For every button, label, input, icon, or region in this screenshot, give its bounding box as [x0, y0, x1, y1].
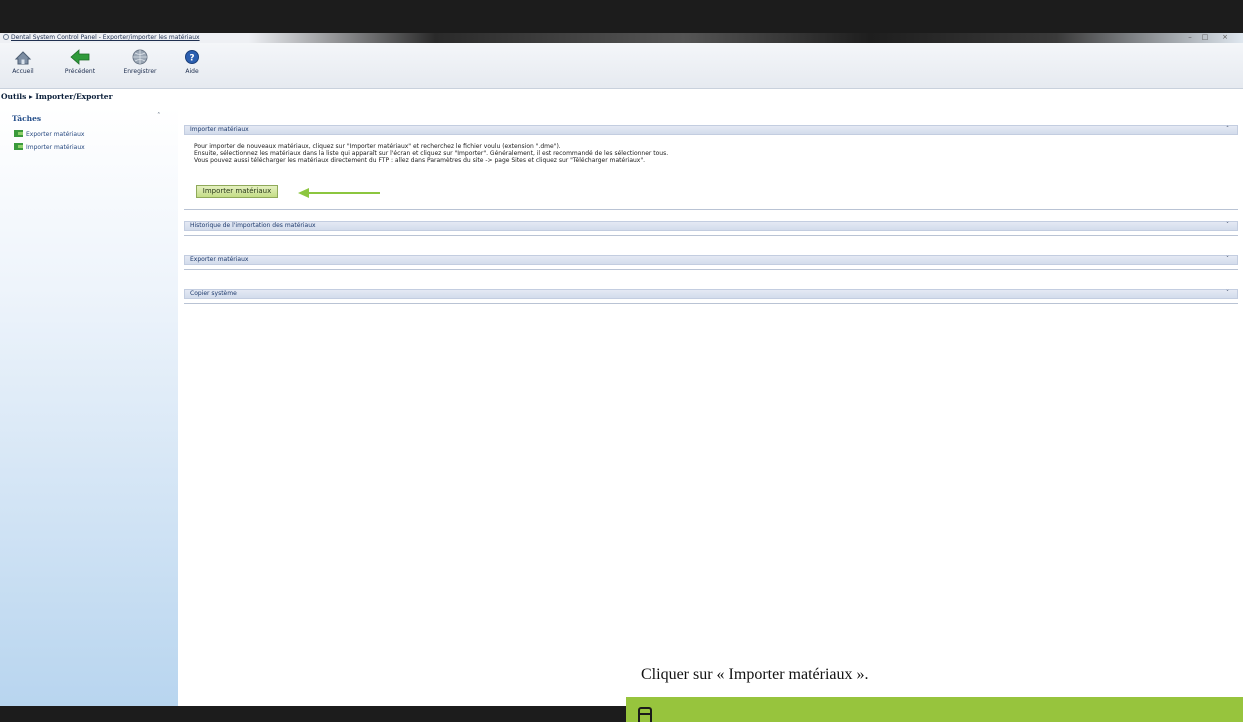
collapse-up-icon[interactable]: ˆ	[157, 112, 161, 120]
import-icon	[14, 143, 23, 150]
help-icon: ?	[185, 50, 199, 64]
panel-title: Historique de l'importation des matériau…	[190, 222, 316, 229]
back-arrow-icon	[70, 49, 90, 65]
back-button[interactable]: Précédent	[60, 49, 100, 75]
breadcrumb-current: Importer/Exporter	[35, 92, 113, 101]
save-button[interactable]: Enregistrer	[120, 49, 160, 75]
window-title: Dental System Control Panel - Exporter/i…	[11, 34, 200, 41]
sidebar-header: Tâches	[12, 114, 42, 123]
import-materials-button[interactable]: Importer matériaux	[196, 185, 278, 198]
panel-export: Exporter matériaux ˇ	[184, 255, 1238, 270]
sidebar-item-export[interactable]: Exporter matériaux	[14, 130, 84, 138]
home-button[interactable]: Accueil	[8, 49, 38, 75]
back-label: Précédent	[64, 68, 96, 75]
arrow-left-icon	[298, 188, 380, 198]
panel-header-export[interactable]: Exporter matériaux ˇ	[184, 255, 1238, 265]
bottom-black-band	[0, 706, 626, 722]
instruction-line: Vous pouvez aussi télécharger les matéri…	[194, 157, 646, 164]
sidebar-item-import[interactable]: Importer matériaux	[14, 143, 85, 151]
breadcrumb: Outils ▸ Importer/Exporter	[1, 92, 113, 101]
panel-title: Copier système	[190, 290, 237, 297]
sidebar-item-label: Exporter matériaux	[26, 131, 85, 138]
panel-history: Historique de l'importation des matériau…	[184, 221, 1238, 236]
panel-header-copy-system[interactable]: Copier système ˇ	[184, 289, 1238, 299]
help-label: Aide	[185, 68, 199, 75]
save-globe-icon	[132, 49, 148, 65]
expand-down-icon[interactable]: ˇ	[1226, 290, 1229, 298]
sidebar: Tâches ˆ Exporter matériaux Importer mat…	[0, 107, 178, 707]
close-button[interactable]: ×	[1214, 33, 1236, 43]
breadcrumb-root[interactable]: Outils	[1, 92, 26, 101]
panel-rule	[184, 269, 1238, 270]
window-titlebar: Dental System Control Panel - Exporter/i…	[0, 33, 1243, 43]
help-button[interactable]: ? Aide	[181, 49, 203, 75]
panel-title: Importer matériaux	[190, 126, 249, 133]
expand-down-icon[interactable]: ˇ	[1226, 256, 1229, 264]
panel-header-import[interactable]: Importer matériaux ˆ	[184, 125, 1238, 135]
note-icon	[638, 707, 652, 722]
panel-header-history[interactable]: Historique de l'importation des matériau…	[184, 221, 1238, 231]
maximize-button[interactable]: □	[1199, 33, 1211, 43]
note-bar	[626, 697, 1243, 722]
minimize-button[interactable]: –	[1184, 33, 1196, 43]
step-caption: Cliquer sur « Importer matériaux ».	[641, 666, 869, 683]
svg-text:?: ?	[189, 54, 194, 64]
sidebar-item-label: Importer matériaux	[26, 144, 85, 151]
toolbar: Accueil Précédent Enregistrer ? Aide	[0, 43, 1243, 89]
breadcrumb-separator-icon: ▸	[29, 92, 33, 101]
panel-rule	[184, 303, 1238, 304]
panel-import: Importer matériaux ˆ Pour importer de no…	[184, 125, 1238, 164]
panel-rule	[184, 235, 1238, 236]
panel-rule	[184, 209, 1238, 210]
panel-copy-system: Copier système ˇ	[184, 289, 1238, 304]
home-label: Accueil	[12, 68, 34, 75]
panel-body-import: Pour importer de nouveaux matériaux, cli…	[184, 135, 1238, 164]
home-icon	[14, 51, 32, 65]
export-icon	[14, 130, 23, 137]
panel-title: Exporter matériaux	[190, 256, 249, 263]
instruction-line: Pour importer de nouveaux matériaux, cli…	[194, 143, 561, 150]
top-black-band	[0, 0, 1243, 33]
instruction-line: Ensuite, sélectionnez les matériaux dans…	[194, 150, 669, 157]
collapse-up-icon[interactable]: ˆ	[1226, 126, 1229, 134]
app-icon	[3, 34, 9, 40]
expand-down-icon[interactable]: ˇ	[1226, 222, 1229, 230]
save-label: Enregistrer	[123, 68, 157, 75]
